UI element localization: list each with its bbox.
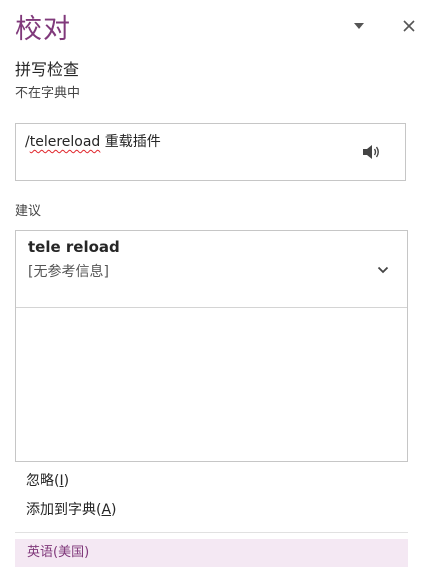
pane-options-button[interactable] xyxy=(349,16,369,36)
proofing-pane: 校对 拼写检查 不在字典中 /telereload 重载插件 建议 tele r… xyxy=(0,0,438,571)
language-selector[interactable]: 英语(美国) xyxy=(15,539,408,567)
add-to-dictionary-label-close: ) xyxy=(111,502,117,518)
misspelled-word: telereload xyxy=(29,134,101,150)
close-icon xyxy=(403,20,415,32)
suggestion-item[interactable]: tele reload [无参考信息] xyxy=(16,231,407,308)
divider xyxy=(15,532,408,533)
suggestions-label: 建议 xyxy=(15,204,42,219)
suggestions-list: tele reload [无参考信息] xyxy=(15,230,408,462)
ignore-button[interactable]: 忽略(I) xyxy=(26,471,69,491)
suggestion-definition: [无参考信息] xyxy=(28,264,109,280)
add-to-dictionary-accesskey: A xyxy=(101,502,112,518)
ignore-label-close: ) xyxy=(63,473,70,489)
error-context-text: /telereload 重载插件 xyxy=(25,132,161,152)
close-button[interactable] xyxy=(399,16,419,36)
spelling-heading: 拼写检查 xyxy=(15,60,80,79)
context-suffix: 重载插件 xyxy=(100,134,161,150)
add-to-dictionary-label: 添加到字典( xyxy=(26,502,102,518)
triangle-down-icon xyxy=(354,23,364,29)
add-to-dictionary-button[interactable]: 添加到字典(A) xyxy=(26,500,117,520)
pronounce-button[interactable] xyxy=(361,142,381,162)
pane-title: 校对 xyxy=(15,14,71,45)
language-label: 英语(美国) xyxy=(27,545,90,560)
speaker-icon xyxy=(363,145,379,159)
error-context-box: /telereload 重载插件 xyxy=(15,123,406,181)
not-in-dictionary-status: 不在字典中 xyxy=(15,86,81,101)
ignore-label: 忽略( xyxy=(26,473,60,489)
expand-suggestion-button[interactable] xyxy=(373,260,393,280)
suggestion-word: tele reload xyxy=(28,238,120,256)
chevron-down-icon xyxy=(377,266,389,274)
